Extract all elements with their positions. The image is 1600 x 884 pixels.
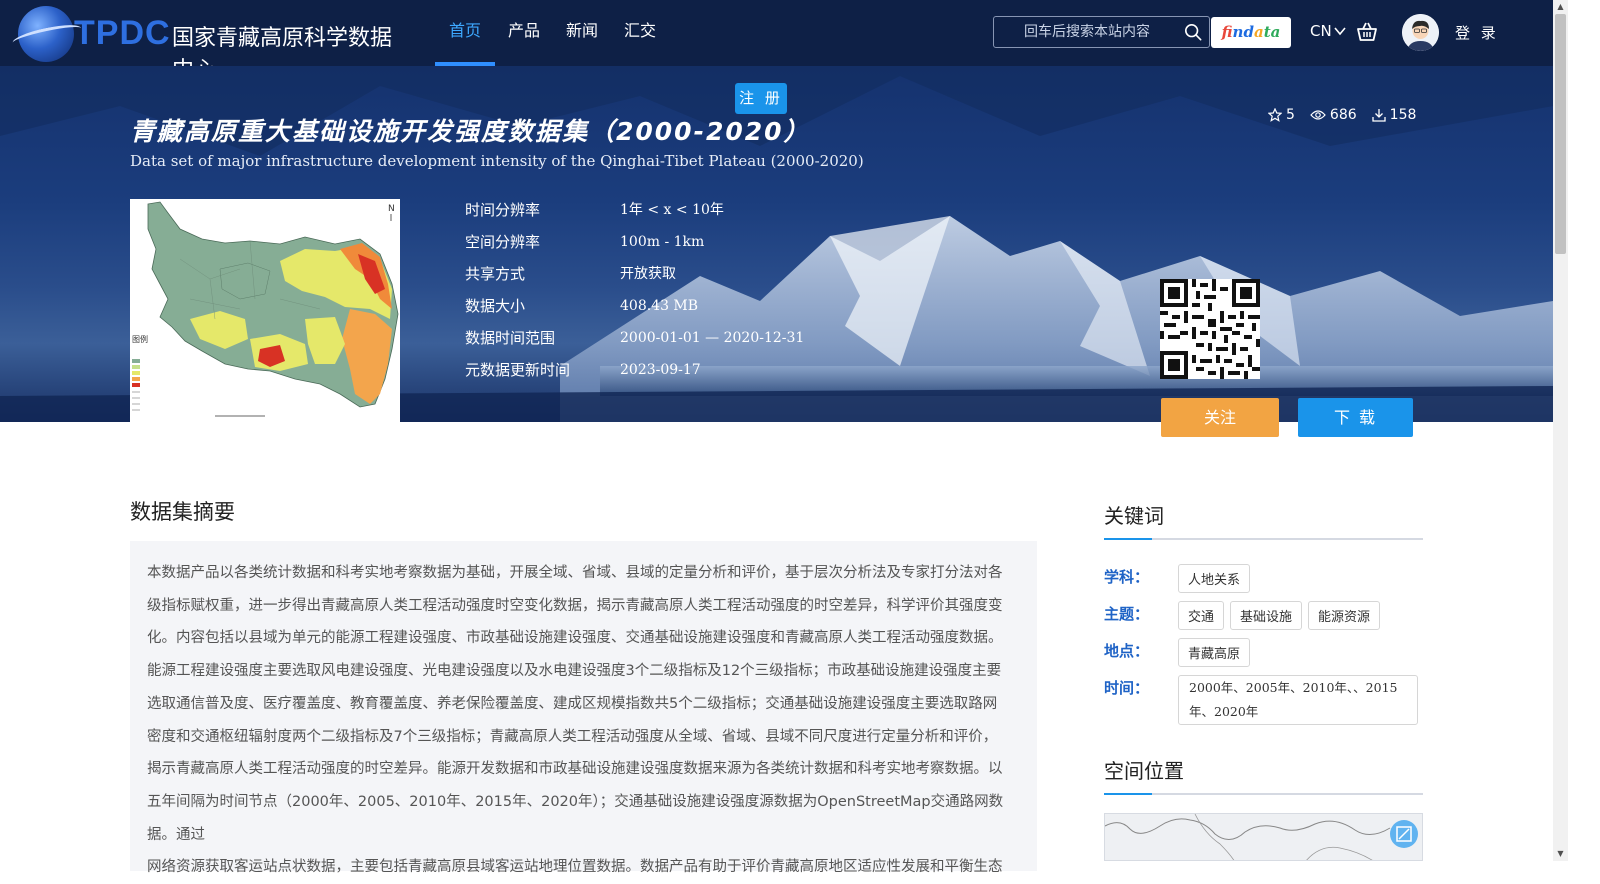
dataset-metadata: 时间分辨率 1年 < x < 10年 空间分辨率 100m - 1km 共享方式… [465,198,804,390]
location-title: 空间位置 [1104,755,1423,795]
meta-row: 共享方式 开放获取 [465,262,804,294]
dataset-title-cn: 青藏高原重大基础设施开发强度数据集（2000-2020） [130,117,811,146]
chevron-down-icon [1334,27,1346,36]
star-count: 5 [1268,107,1295,123]
map-expand-icon[interactable] [1390,820,1418,848]
site-logo[interactable]: TPDC 国家青藏高原科学数据中心 [14,2,394,83]
map-boundaries [1105,814,1391,860]
meta-key: 数据大小 [465,297,526,315]
search-box [993,16,1210,48]
findata-part-2: nd [1232,23,1254,41]
nav-submit[interactable]: 汇交 [611,0,669,66]
keyword-tag[interactable]: 交通 [1178,601,1225,630]
qr-code [1160,279,1260,379]
dataset-thumbnail-map[interactable]: 图例 N [130,199,400,422]
location-map[interactable] [1104,813,1423,861]
keyword-tag[interactable]: 青藏高原 [1178,638,1251,667]
keyword-tag[interactable]: 能源资源 [1308,601,1381,630]
meta-row: 数据时间范围 2000-01-01 — 2020-12-31 [465,326,804,358]
user-avatar[interactable] [1402,14,1439,51]
search-input[interactable] [994,17,1174,47]
abstract-line: 化。内容包括以县域为单元的能源工程建设强度、市政基础设施建设强度、交通基础设施建… [147,630,1003,647]
download-count: 158 [1372,107,1417,123]
meta-row: 时间分辨率 1年 < x < 10年 [465,198,804,230]
abstract-title: 数据集摘要 [130,500,235,524]
download-icon [1372,109,1386,122]
meta-key: 空间分辨率 [465,233,541,251]
top-navigation-bar: TPDC 国家青藏高原科学数据中心 首页 产品 新闻 汇交 findata CN [0,0,1553,83]
register-button[interactable]: 注 册 [735,83,787,114]
keyword-tag[interactable]: 2000年、2005年、2010年、、2015年、2020年 [1178,675,1418,725]
meta-key: 元数据更新时间 [465,361,571,379]
abstract-line: 五年间隔为时间节点（2000年、2005、2010年、2015年、2020年）；… [147,793,1004,843]
abstract-line: 网络资源获取客运站点状数据，主要包括青藏高原县域客运站地理位置数据。数据产品有助… [147,859,1003,876]
keyword-row-theme: 主题： 交通 基础设施 能源资源 [1104,601,1423,630]
abstract-line: 选取通信普及度、医疗覆盖度、教育覆盖度、养老保险覆盖度、建成区规模指数共5个二级… [147,695,998,712]
meta-row: 数据大小 408.43 MB [465,294,804,326]
download-button[interactable]: 下 载 [1298,398,1413,437]
svg-text:N: N [388,204,395,214]
abstract-line: 能源工程建设强度主要选取风电建设强度、光电建设强度以及水电建设强度3个二级指标及… [147,663,1002,680]
scroll-up-icon[interactable]: ▲ [1555,2,1566,12]
meta-key: 时间分辨率 [465,201,541,219]
findata-part-4: ta [1263,23,1281,41]
star-count-value: 5 [1286,107,1295,123]
download-count-value: 158 [1389,107,1417,123]
eye-icon [1310,110,1326,120]
keyword-label: 地点： [1104,642,1150,660]
meta-value: 100m - 1km [620,234,705,250]
meta-key: 数据时间范围 [465,329,556,347]
cart-icon[interactable] [1356,21,1378,43]
nav-home[interactable]: 首页 [435,0,496,66]
keyword-row-place: 地点： 青藏高原 [1104,638,1423,667]
abstract-body: 本数据产品以各类统计数据和科考实地考察数据为基础，开展全域、省域、县域的定量分析… [130,541,1037,875]
findata-part-3: a [1253,23,1264,41]
abstract-line: 级指标赋权重，进一步得出青藏高原人类工程活动强度时空变化数据，揭示青藏高原人类工… [147,597,1003,614]
logo-tpdc-text: TPDC [74,14,171,52]
avatar-face-icon [1402,14,1439,51]
qr-code-image [1160,279,1260,379]
keyword-label: 主题： [1104,605,1150,623]
meta-row: 空间分辨率 100m - 1km [465,230,804,262]
abstract-line: 揭示青藏高原人类工程活动强度的时空差异。能源开发数据和市政基础设施建设强度数据来… [147,761,1003,778]
abstract-line: 本数据产品以各类统计数据和科考实地考察数据为基础，开展全域、省域、县域的定量分析… [147,565,1003,581]
login-link[interactable]: 登 录 [1455,22,1499,43]
dataset-stats: 5 686 158 [1268,107,1416,123]
view-count: 686 [1310,107,1357,123]
scroll-down-icon[interactable]: ▼ [1555,849,1566,859]
plateau-map-thumbnail: 图例 N [130,199,400,422]
keyword-tag[interactable]: 基础设施 [1230,601,1303,630]
findata-part-1: fi [1221,23,1233,41]
search-icon[interactable] [1184,23,1202,41]
keyword-tag[interactable]: 人地关系 [1178,564,1251,593]
scrollbar-thumb[interactable] [1555,14,1566,254]
keyword-row-discipline: 学科： 人地关系 [1104,564,1423,593]
star-icon [1268,108,1282,122]
meta-key: 共享方式 [465,265,526,283]
main-nav: 首页 产品 新闻 汇交 [435,0,669,66]
meta-value: 2000-01-01 — 2020-12-31 [620,330,805,346]
svg-text:图例: 图例 [132,334,148,344]
dataset-title-en: Data set of major infrastructure develop… [130,152,864,170]
meta-value: 2023-09-17 [620,362,701,378]
globe-logo-icon [18,6,74,62]
keywords-panel: 关键词 学科： 人地关系 主题： 交通 基础设施 能源资源 地点： 青藏高原 时… [1104,500,1423,725]
keyword-row-time: 时间： 2000年、2005年、2010年、、2015年、2020年 [1104,675,1423,725]
meta-value: 1年 < x < 10年 [620,202,724,218]
meta-value: 开放获取 [620,266,676,282]
abstract-line: 密度和交通枢纽辐射度两个二级指标及7个三级指标；青藏高原人类工程活动强度从全域、… [147,728,998,745]
keyword-label: 时间： [1104,679,1150,697]
language-switcher[interactable]: CN [1310,22,1346,40]
dataset-hero-banner: 注 册 青藏高原重大基础设施开发强度数据集（2000-2020） Data se… [0,66,1553,422]
view-count-value: 686 [1329,107,1357,123]
follow-button[interactable]: 关注 [1161,398,1279,437]
meta-row: 元数据更新时间 2023-09-17 [465,358,804,390]
meta-value: 408.43 MB [620,298,699,314]
nav-news[interactable]: 新闻 [553,0,611,66]
language-label: CN [1310,22,1332,40]
findata-link[interactable]: findata [1211,17,1291,48]
keywords-title: 关键词 [1104,500,1423,540]
keyword-label: 学科： [1104,568,1150,586]
nav-products[interactable]: 产品 [495,0,553,66]
